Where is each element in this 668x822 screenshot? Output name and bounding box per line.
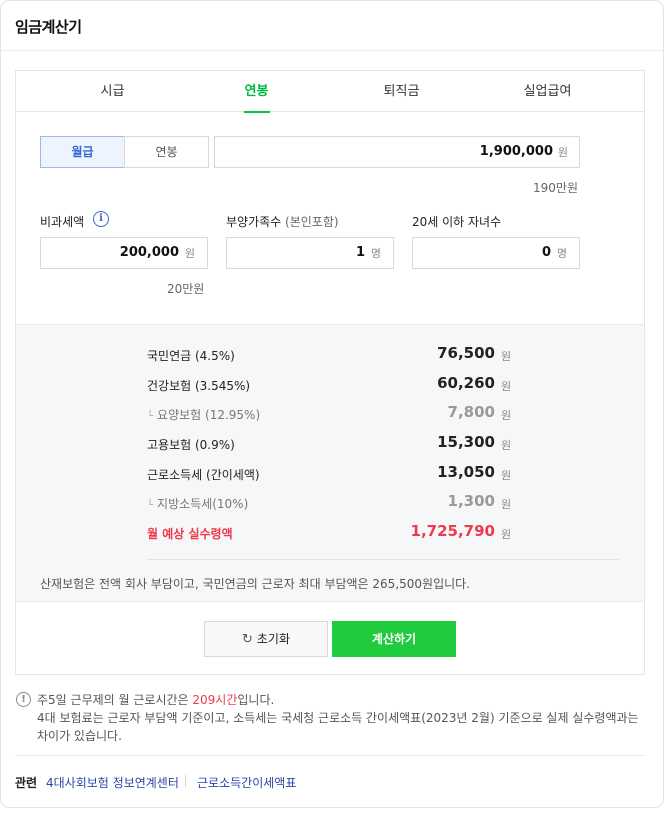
salary-hint: 190만원	[533, 181, 578, 195]
result-label: 고용보험 (0.9%)	[147, 438, 235, 452]
notice-text: 주5일 근무제의 월 근로시간은 209시간입니다. 4대 보험료는 근로자 부…	[37, 691, 649, 745]
result-value: 60,260	[437, 374, 495, 392]
children-value: 0	[541, 245, 551, 260]
dependents-label-sub: (본인포함)	[285, 215, 339, 229]
reset-button-label: 초기화	[256, 632, 291, 646]
result-value: 76,500	[437, 344, 495, 362]
result-unit: 원	[501, 498, 512, 511]
bottom-divider	[15, 755, 645, 756]
result-note: 산재보험은 전액 회사 부담이고, 국민연금의 근로자 최대 부담액은 265,…	[40, 577, 471, 591]
children-input[interactable]: 0 명	[412, 237, 580, 269]
result-row-longterm-care: 요양보험 (12.95%) 7,800 원	[16, 402, 644, 426]
result-label: 국민연금 (4.5%)	[147, 349, 235, 363]
result-divider	[147, 559, 619, 560]
related-link-social-insurance[interactable]: 4대사회보험 정보연계센터	[46, 774, 179, 791]
net-pay-value: 1,725,790	[410, 522, 495, 540]
result-label: 근로소득세 (간이세액)	[147, 468, 260, 482]
notice-line1-before: 주5일 근무제의 월 근로시간은	[37, 693, 193, 707]
notice-line1-after: 입니다.	[237, 693, 275, 707]
pay-mode-monthly-button[interactable]: 월급	[40, 136, 125, 168]
dependents-value: 1	[355, 245, 365, 260]
dependents-input[interactable]: 1 명	[226, 237, 394, 269]
result-value: 13,050	[437, 463, 495, 481]
salary-unit: 원	[557, 146, 568, 159]
tab-annual[interactable]: 연봉	[178, 71, 335, 113]
result-row-health: 건강보험 (3.545%) 60,260 원	[16, 373, 644, 397]
nontax-label: 비과세액	[40, 215, 85, 229]
reset-button[interactable]: ↻ 초기화	[204, 621, 328, 657]
result-unit: 원	[501, 350, 512, 363]
children-label: 20세 이하 자녀수	[412, 215, 502, 229]
result-row-income-tax: 근로소득세 (간이세액) 13,050 원	[16, 462, 644, 486]
result-value: 15,300	[437, 433, 495, 451]
title-divider	[1, 50, 663, 51]
result-unit: 원	[501, 409, 512, 422]
calculate-button[interactable]: 계산하기	[332, 621, 456, 657]
tab-severance[interactable]: 퇴직금	[323, 71, 480, 112]
pay-mode-annual-button[interactable]: 연봉	[124, 136, 209, 168]
related-link-tax-table[interactable]: 근로소득간이세액표	[197, 774, 296, 791]
result-row-pension: 국민연금 (4.5%) 76,500 원	[16, 343, 644, 367]
nontax-value: 200,000	[119, 245, 179, 260]
result-unit: 원	[501, 380, 512, 393]
result-row-net-pay: 월 예상 실수령액 1,725,790 원	[16, 521, 644, 545]
net-pay-unit: 원	[501, 528, 512, 541]
result-label: 지방소득세(10%)	[147, 495, 248, 512]
related-label: 관련	[15, 776, 38, 790]
wage-calculator-card: 임금계산기 시급 연봉 퇴직금 실업급여 월급 연봉 1,900,000 원 1…	[0, 0, 664, 808]
result-row-local-tax: 지방소득세(10%) 1,300 원	[16, 491, 644, 515]
net-pay-label: 월 예상 실수령액	[147, 527, 233, 541]
salary-input[interactable]: 1,900,000 원	[214, 136, 580, 168]
dependents-label: 부양가족수 (본인포함)	[226, 213, 339, 230]
result-label: 요양보험 (12.95%)	[147, 406, 260, 423]
nontax-hint: 20만원	[167, 282, 205, 296]
salary-value: 1,900,000	[479, 144, 553, 159]
nontax-unit: 원	[184, 247, 195, 260]
tab-unemployment[interactable]: 실업급여	[469, 71, 626, 112]
children-unit: 명	[556, 247, 567, 260]
result-value: 7,800	[447, 403, 495, 421]
page-title: 임금계산기	[15, 18, 82, 36]
exclamation-icon: !	[16, 692, 31, 707]
result-unit: 원	[501, 469, 512, 482]
notice-line2: 4대 보험료는 근로자 부담액 기준이고, 소득세는 국세청 근로소득 간이세액…	[37, 711, 639, 743]
dependents-unit: 명	[370, 247, 381, 260]
info-icon[interactable]: i	[93, 211, 109, 227]
tab-hourly[interactable]: 시급	[34, 71, 191, 112]
related-divider	[185, 775, 186, 787]
notice-highlight: 209시간	[192, 693, 238, 707]
nontax-input[interactable]: 200,000 원	[40, 237, 208, 269]
result-value: 1,300	[447, 492, 495, 510]
result-label: 건강보험 (3.545%)	[147, 379, 251, 393]
result-row-employment: 고용보험 (0.9%) 15,300 원	[16, 432, 644, 456]
dependents-label-main: 부양가족수	[226, 215, 282, 229]
calculator-tabs: 시급 연봉 퇴직금 실업급여	[16, 71, 644, 113]
result-panel: 국민연금 (4.5%) 76,500 원 건강보험 (3.545%) 60,26…	[16, 324, 644, 602]
calculator-panel: 시급 연봉 퇴직금 실업급여 월급 연봉 1,900,000 원 190만원 비…	[15, 70, 645, 675]
result-unit: 원	[501, 439, 512, 452]
refresh-icon: ↻	[241, 632, 253, 647]
